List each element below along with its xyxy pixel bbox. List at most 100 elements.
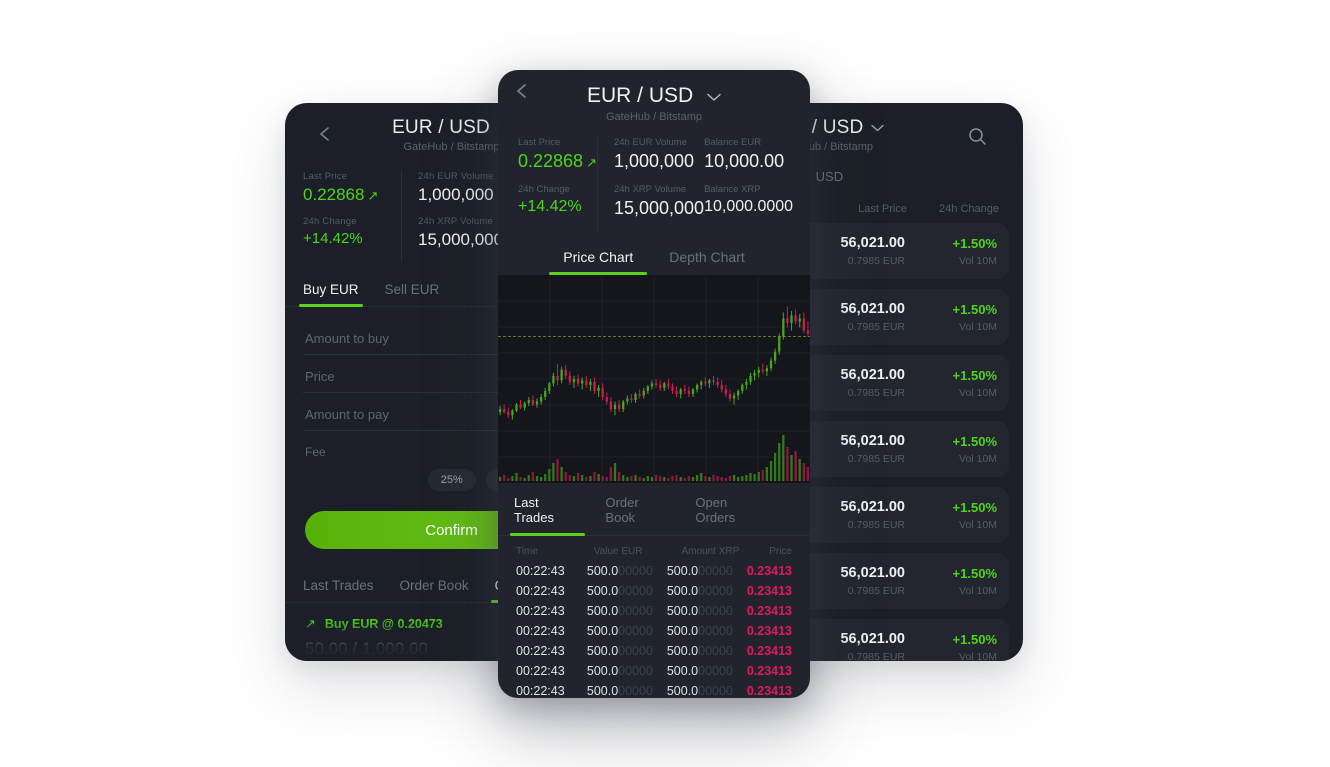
detail-pair-label: EUR / USD bbox=[586, 84, 694, 107]
trade-price: 0.23413 bbox=[746, 604, 792, 619]
column-header-change: 24h Change bbox=[939, 203, 999, 215]
stats-column-price: Last Price 0.22868 ↗ 24h Change +14.42% bbox=[303, 171, 401, 261]
arrow-up-right-icon: ↗ bbox=[586, 155, 597, 171]
trade-amount: 500.000000 bbox=[666, 564, 733, 579]
column-header-price: Price bbox=[769, 546, 792, 558]
trade-price: 0.23413 bbox=[746, 684, 792, 698]
column-header-time: Time bbox=[516, 546, 538, 558]
market-change-cell: +1.50% Vol 10M bbox=[905, 236, 997, 267]
stats-column-volume: 24h EUR Volume 1,000,000 24h XRP Volume … bbox=[401, 171, 509, 261]
detail-panel-header: EUR / USD GateHub / Bitstamp bbox=[498, 70, 810, 123]
detail-balance-eur-label: Balance EUR bbox=[704, 137, 762, 149]
change-label: 24h Change bbox=[303, 216, 357, 227]
search-icon[interactable] bbox=[968, 127, 987, 151]
trades-list: 00:22:43 500.000000 500.000000 0.23413 00:22… bbox=[498, 561, 810, 698]
tab-depth-chart[interactable]: Depth Chart bbox=[669, 249, 744, 275]
detail-stats-balance: Balance EUR 10,000.00 Balance XRP 10,000… bbox=[704, 137, 793, 231]
trade-time: 00:22:43 bbox=[516, 644, 565, 659]
eur-volume-label: 24h EUR Volume bbox=[418, 171, 494, 182]
trade-value: 500.000000 bbox=[586, 644, 653, 659]
app-canvas: EUR / USD GateHub / Bitstamp Last Price … bbox=[0, 0, 1330, 767]
chevron-left-icon[interactable] bbox=[317, 125, 335, 143]
trade-time: 00:22:43 bbox=[516, 684, 565, 698]
percent-25-button[interactable]: 25% bbox=[427, 469, 476, 491]
trade-value: 500.000000 bbox=[586, 624, 653, 639]
page-title: EUR / USD bbox=[392, 117, 490, 138]
market-volume: Vol 10M bbox=[959, 584, 997, 597]
trade-price: 0.23413 bbox=[746, 664, 792, 679]
trade-time: 00:22:43 bbox=[516, 604, 565, 619]
tab-order-book[interactable]: Order Book bbox=[400, 571, 469, 602]
tab-buy-eur[interactable]: Buy EUR bbox=[299, 275, 363, 307]
detail-xrp-volume-label: 24h XRP Volume bbox=[613, 184, 687, 196]
table-row[interactable]: 00:22:43 500.000000 500.000000 0.23413 bbox=[498, 681, 810, 698]
chevron-left-icon[interactable] bbox=[514, 81, 530, 106]
tab-open-orders[interactable]: Open Orders bbox=[695, 483, 770, 535]
trade-time: 00:22:43 bbox=[516, 664, 565, 679]
detail-stats-price: Last Price 0.22868 ↗ 24h Change +14.42% bbox=[518, 137, 597, 231]
xrp-volume-value: 15,000,000 bbox=[418, 230, 504, 249]
detail-xrp-volume-value: 15,000,000 bbox=[613, 198, 705, 219]
detail-gateway-subtitle: GateHub / Bitstamp bbox=[606, 111, 702, 124]
market-volume: Vol 10M bbox=[959, 254, 997, 267]
market-change: +1.50% bbox=[952, 301, 997, 317]
detail-trade-tabs: Last Trades Order Book Open Orders bbox=[498, 483, 810, 537]
table-row[interactable]: 00:22:43 500.000000 500.000000 0.23413 bbox=[498, 661, 810, 681]
column-header-last-price: Last Price bbox=[858, 203, 907, 215]
table-row[interactable]: 00:22:43 500.000000 500.000000 0.23413 bbox=[498, 641, 810, 661]
last-price-value: 0.22868 ↗ bbox=[303, 185, 401, 205]
table-row[interactable]: 00:22:43 500.000000 500.000000 0.23413 bbox=[498, 581, 810, 601]
detail-panel: EUR / USD GateHub / Bitstamp Last Price … bbox=[498, 70, 810, 698]
tab-last-trades[interactable]: Last Trades bbox=[303, 571, 374, 602]
market-volume: Vol 10M bbox=[959, 386, 997, 399]
detail-balance-eur-value: 10,000.00 bbox=[704, 151, 785, 172]
chevron-down-icon[interactable] bbox=[871, 119, 885, 137]
trades-column-headers: Time Value EUR Amount XRP Price bbox=[498, 536, 810, 561]
trade-amount: 500.000000 bbox=[666, 584, 733, 599]
tab-sell-eur[interactable]: Sell EUR bbox=[385, 275, 440, 306]
trade-price: 0.23413 bbox=[746, 564, 792, 579]
tab-filter-usd[interactable]: USD bbox=[816, 169, 843, 191]
trade-price: 0.23413 bbox=[746, 644, 792, 659]
table-row[interactable]: 00:22:43 500.000000 500.000000 0.23413 bbox=[498, 621, 810, 641]
market-change: +1.50% bbox=[952, 367, 997, 383]
table-row[interactable]: 00:22:43 500.000000 500.000000 0.23413 bbox=[498, 561, 810, 581]
detail-page-title: EUR / USD bbox=[518, 84, 790, 108]
chevron-down-icon[interactable] bbox=[707, 84, 721, 108]
market-volume: Vol 10M bbox=[959, 452, 997, 465]
trade-value: 500.000000 bbox=[586, 664, 653, 679]
trade-value: 500.000000 bbox=[586, 564, 653, 579]
trade-value: 500.000000 bbox=[586, 584, 653, 599]
market-change-cell: +1.50% Vol 10M bbox=[905, 500, 997, 531]
last-price-label: Last Price bbox=[303, 171, 348, 182]
detail-eur-volume-label: 24h EUR Volume bbox=[613, 137, 687, 149]
market-change: +1.50% bbox=[952, 499, 997, 515]
chart-tabs: Price Chart Depth Chart bbox=[498, 243, 810, 276]
trade-amount: 500.000000 bbox=[666, 684, 733, 698]
trade-time: 00:22:43 bbox=[516, 564, 565, 579]
market-volume: Vol 10M bbox=[959, 320, 997, 333]
eur-volume-value: 1,000,000 bbox=[418, 185, 494, 204]
trade-amount: 500.000000 bbox=[666, 664, 733, 679]
table-row[interactable]: 00:22:43 500.000000 500.000000 0.23413 bbox=[498, 601, 810, 621]
market-volume: Vol 10M bbox=[959, 650, 997, 662]
detail-market-stats: Last Price 0.22868 ↗ 24h Change +14.42% 2… bbox=[498, 123, 810, 243]
market-change: +1.50% bbox=[952, 433, 997, 449]
change-value: +14.42% bbox=[303, 230, 363, 247]
xrp-volume-label: 24h XRP Volume bbox=[418, 216, 493, 227]
detail-last-price-label: Last Price bbox=[518, 137, 561, 149]
market-change: +1.50% bbox=[952, 631, 997, 647]
arrow-up-right-icon: ↗ bbox=[367, 188, 379, 203]
detail-last-price-number: 0.22868 bbox=[518, 151, 584, 172]
market-change-cell: +1.50% Vol 10M bbox=[905, 302, 997, 333]
detail-change-value: +14.42% bbox=[518, 198, 582, 216]
trade-time: 00:22:43 bbox=[516, 624, 565, 639]
tab-price-chart[interactable]: Price Chart bbox=[549, 249, 648, 276]
tab-last-trades[interactable]: Last Trades bbox=[509, 483, 586, 537]
tab-order-book[interactable]: Order Book bbox=[605, 483, 671, 535]
detail-change-label: 24h Change bbox=[518, 184, 570, 196]
candlestick-chart-svg bbox=[498, 275, 810, 484]
market-change-cell: +1.50% Vol 10M bbox=[905, 368, 997, 399]
column-header-value: Value EUR bbox=[593, 546, 643, 558]
price-chart[interactable] bbox=[498, 275, 810, 484]
